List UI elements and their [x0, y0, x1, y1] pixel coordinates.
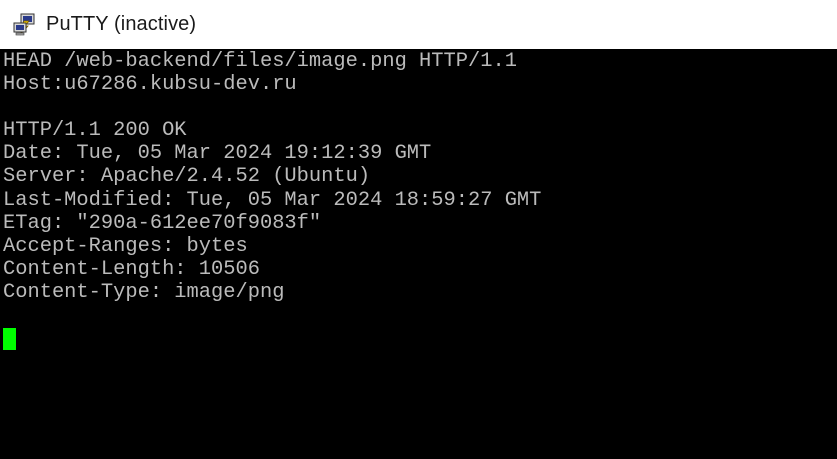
putty-app-icon[interactable] — [12, 13, 36, 37]
terminal-cursor — [3, 328, 16, 351]
terminal-area[interactable]: HEAD /web-backend/files/image.png HTTP/1… — [0, 49, 837, 459]
terminal-line: HTTP/1.1 200 OK — [3, 119, 187, 143]
terminal-line: Accept-Ranges: bytes — [3, 234, 248, 258]
terminal-line: Last-Modified: Tue, 05 Mar 2024 18:59:27… — [3, 188, 542, 212]
terminal-line: HEAD /web-backend/files/image.png HTTP/1… — [3, 50, 517, 73]
putty-window: PuTTY (inactive) HEAD /web-backend/files… — [0, 0, 837, 459]
title-bar[interactable]: PuTTY (inactive) — [0, 0, 837, 49]
terminal-line: Content-Length: 10506 — [3, 257, 260, 281]
terminal-line: Host:u67286.kubsu-dev.ru — [3, 73, 297, 97]
terminal-line: Server: Apache/2.4.52 (Ubuntu) — [3, 165, 371, 189]
terminal-line: Date: Tue, 05 Mar 2024 19:12:39 GMT — [3, 142, 432, 166]
terminal-cursor-line — [3, 327, 837, 351]
window-title: PuTTY (inactive) — [46, 13, 197, 35]
terminal-line: Content-Type: image/png — [3, 280, 285, 304]
terminal-line: ETag: "290a-612ee70f9083f" — [3, 211, 322, 235]
